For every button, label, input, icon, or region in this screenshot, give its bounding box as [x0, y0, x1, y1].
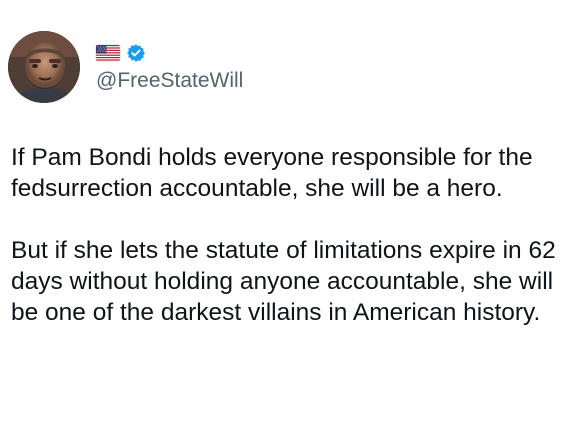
- us-flag-icon: [96, 45, 120, 61]
- tweet-paragraph-1: If Pam Bondi holds everyone responsible …: [11, 144, 533, 202]
- avatar[interactable]: [8, 31, 80, 103]
- tweet-body: If Pam Bondi holds everyone responsible …: [11, 142, 563, 328]
- tweet-header: @FreeStateWill: [8, 30, 243, 104]
- verified-badge-icon: [126, 43, 146, 63]
- user-badges: [96, 42, 243, 64]
- user-handle[interactable]: @FreeStateWill: [96, 68, 243, 94]
- tweet-paragraph-2: But if she lets the statute of limitatio…: [11, 237, 556, 326]
- tweet-card: @FreeStateWill If Pam Bondi holds everyo…: [0, 0, 568, 448]
- avatar-image: [8, 31, 80, 103]
- user-meta: @FreeStateWill: [96, 40, 243, 94]
